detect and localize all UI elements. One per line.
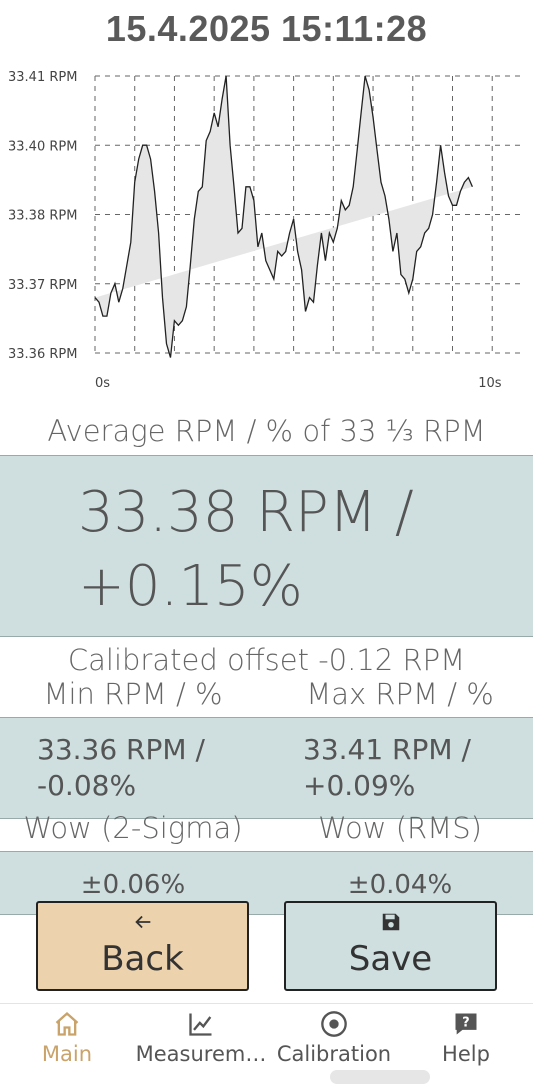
minmax-box: 33.36 RPM / -0.08% 33.41 RPM / +0.09% [0, 717, 533, 819]
x-tick-label: 0s [95, 376, 110, 391]
rpm-chart: 33.41 RPM 33.40 RPM 33.38 RPM 33.37 RPM 33.3… [8, 70, 524, 391]
y-tick-label: 33.40 RPM [8, 139, 77, 154]
min-percent: -0.08% [37, 769, 137, 802]
max-value: 33.41 RPM / +0.09% [303, 732, 471, 804]
line-chart-icon [189, 1013, 212, 1036]
min-rpm: 33.36 RPM / [37, 733, 205, 766]
min-label: Min RPM / % [43, 677, 223, 711]
wow-sigma-label: Wow (2-Sigma) [23, 811, 243, 845]
y-tick-label: 33.36 RPM [8, 347, 77, 362]
wow-sigma-value: ±0.06% [80, 870, 186, 900]
nav-measurement[interactable]: Measurem… [132, 1004, 270, 1074]
x-tick-label: 10s [478, 376, 502, 391]
max-rpm: 33.41 RPM / [303, 733, 471, 766]
nav-main-label: Main [41, 1042, 93, 1066]
nav-calibration-label: Calibration [276, 1042, 392, 1066]
average-percent: +0.15% [78, 554, 303, 619]
save-label: Save [348, 939, 433, 979]
average-box: 33.38 RPM / +0.15% [0, 455, 533, 637]
nav-help[interactable]: ? Help [426, 1004, 506, 1074]
calibrated-offset: Calibrated offset -0.12 RPM [67, 643, 466, 677]
back-label: Back [101, 939, 184, 979]
floppy-disk-icon [382, 913, 399, 931]
arrow-left-icon [134, 915, 150, 929]
min-value: 33.36 RPM / -0.08% [37, 732, 205, 804]
wow-rms-label: Wow (RMS) [318, 811, 482, 845]
y-tick-label: 33.37 RPM [8, 278, 77, 293]
max-percent: +0.09% [303, 769, 416, 802]
home-icon [55, 1011, 79, 1036]
max-label: Max RPM / % [306, 677, 494, 711]
svg-text:?: ? [462, 1015, 469, 1030]
chart-area-fill [95, 76, 473, 358]
nav-help-label: Help [442, 1042, 490, 1066]
nav-calibration[interactable]: Calibration [272, 1004, 396, 1074]
average-rpm: 33.38 RPM / [78, 480, 414, 545]
average-label: Average RPM / % of 33 ⅓ RPM [47, 414, 486, 448]
y-tick-label: 33.38 RPM [8, 209, 77, 224]
gesture-bar [330, 1070, 430, 1084]
nav-main[interactable]: Main [22, 1004, 112, 1074]
timestamp: 15.4.2025 15:11:28 [105, 8, 428, 49]
save-button[interactable]: Save [284, 901, 497, 991]
help-icon: ? [455, 1013, 477, 1035]
wow-rms-value: ±0.04% [347, 870, 453, 900]
average-value: 33.38 RPM / +0.15% [78, 476, 414, 624]
back-button[interactable]: Back [36, 901, 249, 991]
target-icon [321, 1011, 347, 1037]
bottom-navigation: Main Measurem… Calibration ? Help [0, 1003, 533, 1081]
y-tick-label: 33.41 RPM [8, 70, 77, 85]
nav-measurement-label: Measurem… [135, 1042, 267, 1066]
